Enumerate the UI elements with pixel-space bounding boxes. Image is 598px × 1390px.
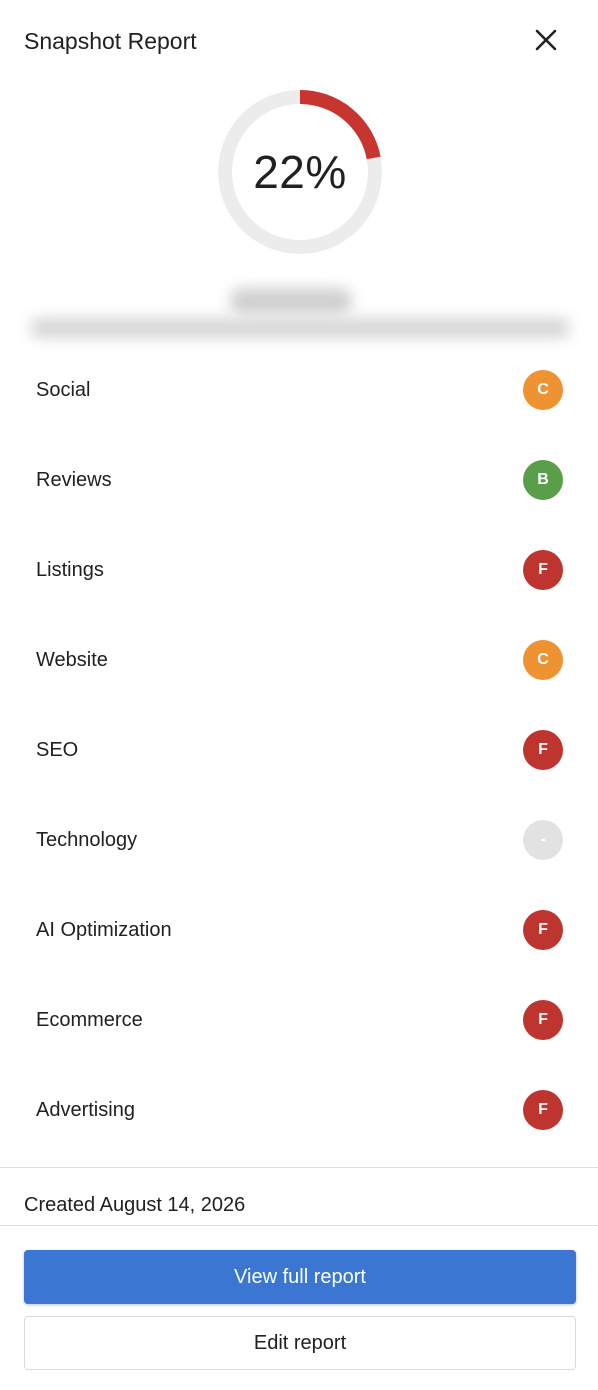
category-label: Advertising <box>36 1099 135 1121</box>
category-label: AI Optimization <box>36 919 172 941</box>
divider <box>0 1167 598 1168</box>
category-list: Social C Reviews B Listings F Website C SEO F Tech… <box>0 345 598 1155</box>
category-row-advertising[interactable]: Advertising F <box>0 1065 598 1155</box>
category-label: Reviews <box>36 469 112 491</box>
category-row-reviews[interactable]: Reviews B <box>0 435 598 525</box>
category-label: Technology <box>36 829 138 851</box>
panel-header: Snapshot Report <box>0 0 598 82</box>
snapshot-report-panel: Snapshot Report 22% Social C Reviews B Listi… <box>0 0 598 1390</box>
business-address-redacted <box>30 318 570 338</box>
grade-badge: F <box>523 910 563 950</box>
view-full-report-button[interactable]: View full report <box>24 1250 576 1304</box>
grade-badge: F <box>523 1000 563 1040</box>
grade-badge: - <box>523 820 563 860</box>
close-icon <box>535 29 557 51</box>
category-row-website[interactable]: Website C <box>0 615 598 705</box>
close-button[interactable] <box>526 20 566 60</box>
category-label: SEO <box>36 739 79 761</box>
edit-report-button[interactable]: Edit report <box>24 1316 576 1370</box>
divider <box>0 1225 598 1226</box>
category-row-ai-optimization[interactable]: AI Optimization F <box>0 885 598 975</box>
score-gauge: 22% <box>216 88 384 256</box>
grade-badge: F <box>523 730 563 770</box>
category-label: Ecommerce <box>36 1009 143 1031</box>
category-label: Website <box>36 649 108 671</box>
grade-badge: F <box>523 1090 563 1130</box>
grade-badge: C <box>523 640 563 680</box>
category-label: Social <box>36 379 91 401</box>
category-label: Listings <box>36 559 104 581</box>
category-row-seo[interactable]: SEO F <box>0 705 598 795</box>
grade-badge: C <box>523 370 563 410</box>
category-row-social[interactable]: Social C <box>0 345 598 435</box>
business-name-redacted <box>230 288 352 314</box>
category-row-ecommerce[interactable]: Ecommerce F <box>0 975 598 1065</box>
grade-badge: B <box>523 460 563 500</box>
grade-badge: F <box>523 550 563 590</box>
created-date: Created August 14, 2026 <box>24 1194 246 1216</box>
panel-title: Snapshot Report <box>24 28 197 54</box>
category-row-listings[interactable]: Listings F <box>0 525 598 615</box>
category-row-technology[interactable]: Technology - <box>0 795 598 885</box>
score-percentage: 22% <box>253 146 347 198</box>
